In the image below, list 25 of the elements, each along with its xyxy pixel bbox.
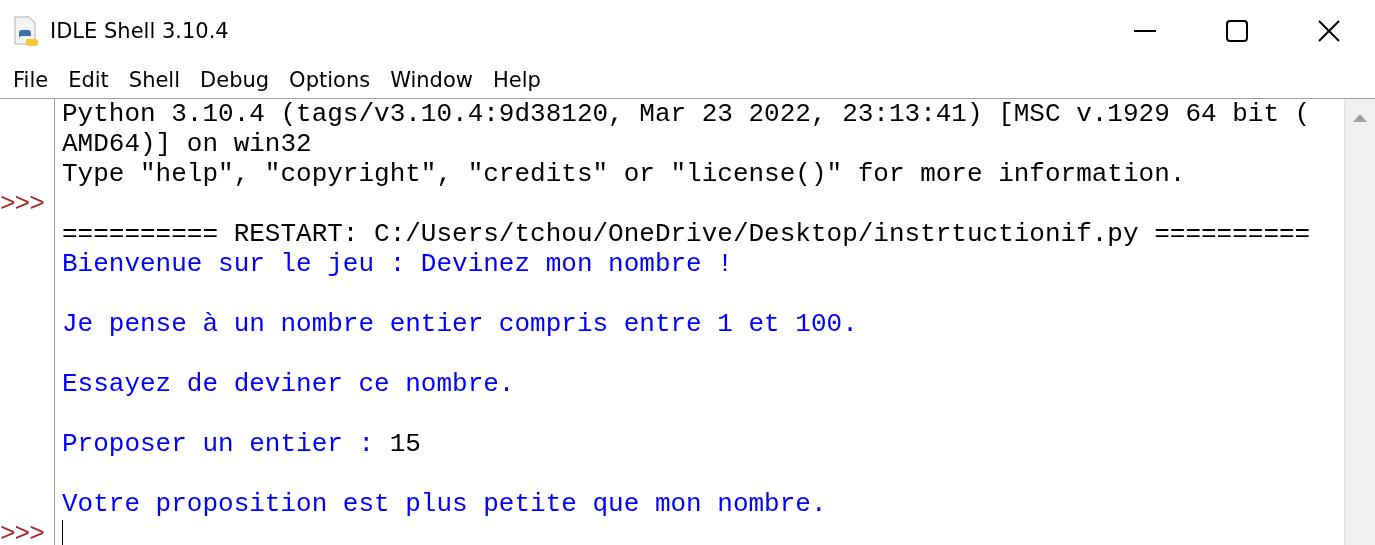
shell-prompt: >>> (0, 189, 44, 219)
minimize-icon (1134, 30, 1156, 32)
menu-item[interactable]: Debug (191, 68, 279, 92)
scroll-up-icon[interactable] (1353, 113, 1367, 122)
shell-prompt: >>> (0, 519, 44, 545)
menu-item[interactable]: Shell (119, 68, 190, 92)
window-title: IDLE Shell 3.10.4 (50, 19, 230, 43)
menu-item[interactable]: Options (280, 68, 380, 92)
scrollbar[interactable] (1344, 99, 1375, 545)
close-icon (1318, 20, 1340, 42)
shell-line: ========== RESTART: C:/Users/tchou/OneDrive/Desktop/instrtuctionif.py ========== (62, 219, 1311, 249)
shell-line: Python 3.10.4 (tags/v3.10.4:9d38120, Mar 23 2022, 23:13:41) [MSC v.1929 64 bit ( (62, 99, 1311, 129)
shell-line: AMD64)] on win32 (62, 129, 312, 159)
shell-line: Je pense à un nombre entier compris entre 1 et 100. (62, 309, 858, 339)
maximize-icon (1226, 20, 1248, 42)
menu-item[interactable]: Help (483, 68, 550, 92)
menu-item[interactable]: Edit (59, 68, 118, 92)
shell-line: Votre proposition est plus petite que mon nombre. (62, 489, 827, 519)
menu-item[interactable]: Window (381, 68, 482, 92)
shell-line: Proposer un entier : 15 (62, 429, 421, 459)
shell-line: Essayez de deviner ce nombre. (62, 369, 515, 399)
shell-line: Type "help", "copyright", "credits" or "license()" for more information. (62, 159, 1186, 189)
python-file-icon (12, 16, 40, 46)
shell-line: Bienvenue sur le jeu : Devinez mon nombre ! (62, 249, 733, 279)
menu-item[interactable]: File (4, 68, 58, 92)
